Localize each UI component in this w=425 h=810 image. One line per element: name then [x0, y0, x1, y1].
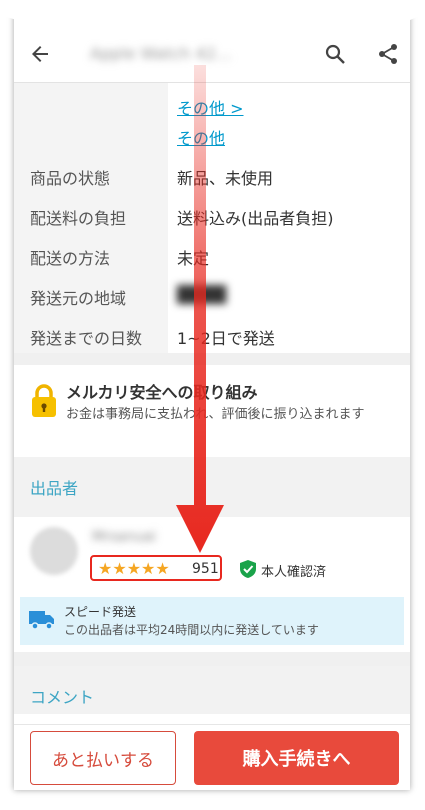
detail-label: 発送元の地域 [30, 289, 127, 308]
detail-label: 商品の状態 [30, 169, 111, 188]
app-bar: Apple Watch 42… [14, 26, 410, 83]
search-icon[interactable] [323, 42, 347, 66]
seller-section-title: 出品者 [30, 479, 79, 498]
item-details: その他 > その他 商品の状態 新品、未使用 配送料の負担 送料込み(出品者負担… [14, 83, 410, 353]
category-link-1[interactable]: その他 > [177, 95, 244, 119]
speed-text: この出品者は平均24時間以内に発送しています [64, 623, 319, 637]
detail-value-blurred: ████ [177, 285, 227, 304]
purchase-button[interactable]: 購入手続きへ [194, 731, 399, 785]
seller-card[interactable]: Mrsanuai ★★★★★ 951 本人確認済 スピード発送 この出品者は平均… [14, 517, 410, 652]
detail-row-days-to-ship: 発送までの日数 1~2日で発送 [14, 317, 410, 353]
safety-notice: メルカリ安全への取り組み お金は事務局に支払われ、評価後に振り込まれます [14, 365, 410, 457]
seller-section-header: 出品者 [14, 457, 410, 517]
speed-shipping-banner: スピード発送 この出品者は平均24時間以内に発送しています [20, 597, 404, 645]
section-divider [14, 652, 410, 666]
share-icon[interactable] [376, 42, 400, 66]
detail-value: 送料込み(出品者負担) [177, 209, 334, 228]
pay-later-button[interactable]: あと払いする [30, 731, 176, 785]
detail-row-shipping-method: 配送の方法 未定 [14, 237, 410, 273]
detail-value: 未定 [177, 249, 210, 268]
section-divider [14, 353, 410, 365]
truck-icon [29, 611, 54, 630]
detail-label: 配送の方法 [30, 249, 111, 268]
lock-icon [32, 384, 56, 417]
comment-section-title: コメント [30, 688, 95, 707]
detail-label: 発送までの日数 [30, 329, 143, 348]
arrow-left-icon[interactable] [28, 42, 52, 66]
item-title: Apple Watch 42… [90, 44, 232, 63]
seller-rating[interactable]: ★★★★★ 951 [90, 555, 222, 581]
category-link-2[interactable]: その他 [177, 125, 225, 149]
bottom-action-bar: あと払いする 購入手続きへ [14, 724, 410, 790]
phone-screen: Apple Watch 42… その他 > その他 商品の状態 新品、未使用 配… [14, 10, 410, 790]
seller-name[interactable]: Mrsanuai [92, 529, 156, 545]
detail-value: 新品、未使用 [177, 169, 274, 188]
verified-shield-icon [240, 560, 256, 578]
verified-label: 本人確認済 [261, 565, 327, 580]
safety-title: メルカリ安全への取り組み [66, 383, 258, 402]
torn-edge [0, 0, 425, 22]
speed-title: スピード発送 [64, 605, 137, 619]
star-rating-icon: ★★★★★ [98, 559, 170, 578]
detail-label: 配送料の負担 [30, 209, 127, 228]
detail-row-shipping-fee: 配送料の負担 送料込み(出品者負担) [14, 197, 410, 233]
safety-text: お金は事務局に支払われ、評価後に振り込まれます [66, 407, 365, 422]
detail-row-origin: 発送元の地域 ████ [14, 277, 410, 313]
rating-count: 951 [192, 561, 219, 577]
avatar[interactable] [30, 527, 78, 575]
comment-section-header: コメント [14, 666, 410, 714]
detail-value: 1~2日で発送 [177, 329, 275, 348]
detail-row-condition: 商品の状態 新品、未使用 [14, 157, 410, 193]
